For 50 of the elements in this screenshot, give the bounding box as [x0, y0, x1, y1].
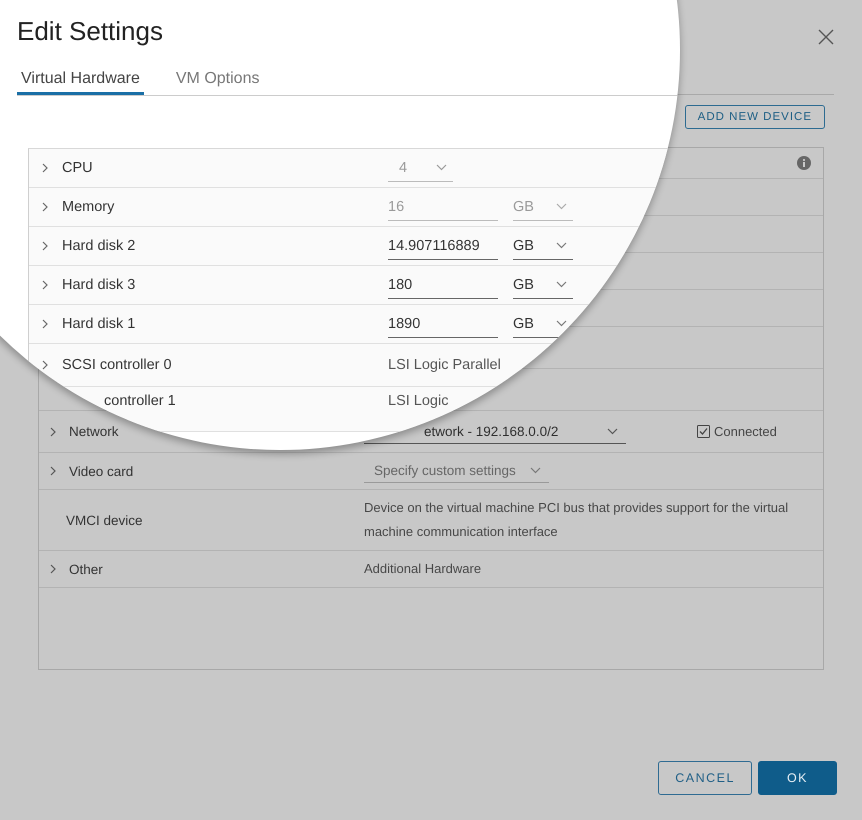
ok-button[interactable]: OK [758, 761, 837, 795]
chevron-right-icon[interactable] [41, 319, 49, 329]
device-label: controller 1 [104, 393, 177, 409]
device-label: CPU [62, 160, 94, 176]
chevron-right-icon[interactable] [41, 241, 49, 251]
device-label: VMCI device [66, 512, 144, 528]
device-label: Hard disk 1 [62, 316, 136, 332]
caret-down-icon [556, 242, 567, 249]
device-row[interactable]: Hard disk 1 1890 GB [29, 305, 680, 344]
unit-select[interactable]: GB [513, 232, 573, 260]
caret-down-icon [436, 164, 447, 171]
caret-down-icon [530, 467, 541, 474]
device-label: SCSI controller 0 [62, 357, 173, 373]
chevron-right-icon[interactable] [49, 564, 57, 574]
device-value: LSI Logic Parallel [388, 357, 502, 373]
device-row[interactable]: Hard disk 2 14.907116889 GB [29, 227, 680, 266]
device-label: Memory [62, 199, 116, 215]
chevron-right-icon[interactable] [49, 426, 57, 436]
info-icon[interactable] [797, 156, 811, 170]
device-label: Hard disk 2 [62, 238, 136, 254]
chevron-right-icon[interactable] [41, 280, 49, 290]
device-label: Network [69, 424, 120, 439]
device-description: Device on the virtual machine PCI bus that provides support for the virtual machine communication interface [364, 499, 790, 541]
device-row[interactable]: Hard disk 3 180 GB [29, 266, 680, 305]
device-label: Video card [69, 464, 134, 478]
checkbox-label: Connected [714, 424, 777, 439]
device-row[interactable]: VMCI device Device on the virtual machine PCI bus that provides support for the virtual machine communication interface [39, 490, 823, 551]
device-label: Other [69, 562, 104, 576]
device-row[interactable]: Other Additional Hardware [39, 551, 823, 588]
cancel-button[interactable]: CANCEL [658, 761, 752, 795]
checkbox[interactable] [697, 425, 710, 438]
caret-down-icon [607, 428, 618, 434]
device-row[interactable]: SCSI controller 0 LSI Logic Parallel [29, 344, 680, 387]
unit-select[interactable]: GB [513, 310, 573, 338]
device-label: Hard disk 3 [62, 277, 136, 293]
tab[interactable]: VM Options [172, 65, 264, 95]
chevron-right-icon[interactable] [41, 360, 49, 370]
unit-select[interactable]: GB [513, 272, 573, 298]
device-description: Additional Hardware [364, 560, 482, 578]
tab[interactable]: Virtual Hardware [17, 65, 144, 95]
device-value: LSI Logic [388, 393, 450, 409]
add-new-device-button[interactable]: ADD NEW DEVICE [684, 105, 825, 129]
size-field[interactable]: 14.907116889 [388, 232, 498, 260]
caret-down-icon [556, 281, 567, 288]
caret-down-icon [556, 203, 567, 210]
dialog-title: Edit Settings [17, 15, 163, 47]
close-icon[interactable] [818, 29, 834, 45]
caret-down-icon [556, 320, 567, 327]
size-field[interactable]: 180 [388, 272, 498, 298]
size-field[interactable]: 1890 [388, 310, 498, 338]
